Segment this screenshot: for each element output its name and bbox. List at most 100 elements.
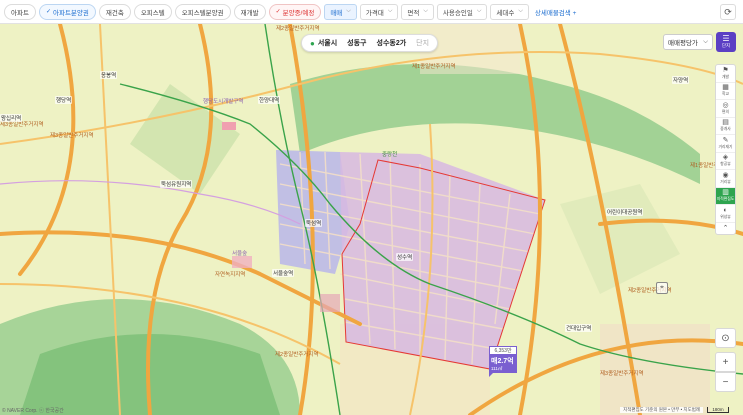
chip-apartment[interactable]: 아파트 <box>4 3 36 20</box>
street-view-icon: ◉ <box>722 171 729 179</box>
list-icon: ☰ <box>722 34 730 43</box>
crosshair-icon[interactable]: ⌖ <box>656 282 668 294</box>
dropdown-households[interactable]: 세대수 ⌵ <box>490 3 529 20</box>
dropdown-trade-type[interactable]: 매매 ⌵ <box>324 3 357 20</box>
place-label: 행당도시개발구역 <box>203 99 244 105</box>
locate-icon: ⊙ <box>721 332 730 344</box>
chip-apartment-presale[interactable]: ✓ 아파트분양권 <box>38 3 96 20</box>
location-pin-icon: ● <box>310 38 315 48</box>
chip-officetel[interactable]: 오피스텔 <box>133 3 172 20</box>
satellite-icon: ◐ <box>723 206 728 214</box>
minus-icon: − <box>722 376 729 388</box>
tool-satellite[interactable]: ◐ 위성뷰 <box>716 205 735 223</box>
chevron-down-icon: ⌵ <box>703 38 708 45</box>
detail-search-link[interactable]: 상세매물검색 + <box>535 7 577 17</box>
plus-icon: + <box>572 9 577 17</box>
chip-on-sale[interactable]: ✓ 분양중/예정 <box>268 3 322 20</box>
check-icon: ✓ <box>45 9 51 15</box>
station-label[interactable]: 행당역 <box>55 96 73 104</box>
chevron-down-icon: ⌵ <box>423 8 428 14</box>
station-label[interactable]: 자양역 <box>672 76 690 84</box>
plus-icon: + <box>722 356 729 368</box>
map-canvas[interactable]: 제2종일반주거지역 제1종일반주거지역 제3종일반주거지역 제1종일반주거지역 … <box>0 24 743 415</box>
chip-label: 분양중/예정 <box>282 9 315 17</box>
map-background <box>0 24 743 415</box>
copyright: © NAVER Corp. ⓒ 한국공간 <box>2 407 64 414</box>
tool-amenities[interactable]: ◎ 편의 <box>716 100 735 118</box>
tool-label: 위성뷰 <box>720 214 731 219</box>
marker-area: 111㎡ <box>491 366 503 371</box>
tool-label: 항공뷰 <box>720 162 731 167</box>
dropdown-approval-date[interactable]: 사용승인일 ⌵ <box>436 3 488 20</box>
check-icon: ✓ <box>275 9 281 15</box>
station-label[interactable]: 한양대역 <box>258 96 281 104</box>
ruler-icon: ✎ <box>722 136 729 144</box>
chip-label: 오피스텔분양권 <box>181 9 224 17</box>
map-label: 제1종일반주거지역 <box>412 64 456 70</box>
zoom-in-button[interactable]: + <box>715 352 736 372</box>
sort-label: 매매평당가 <box>668 40 698 47</box>
dropdown-label: 면적 <box>407 9 420 17</box>
flag-icon: ⚑ <box>722 66 729 74</box>
marker-unit-price: 6,353만 <box>489 346 517 355</box>
dropdown-label: 사용승인일 <box>442 9 473 17</box>
breadcrumb-district[interactable]: 성동구 <box>347 38 366 48</box>
dropdown-label: 세대수 <box>496 9 515 17</box>
tool-school[interactable]: ▦ 학교 <box>716 83 735 100</box>
refresh-button[interactable]: ⟳ <box>720 4 736 20</box>
marker-price: 매2.7억 <box>491 358 514 365</box>
tool-label: 개발 <box>722 74 729 79</box>
station-label[interactable]: 뚝섬유원지역 <box>160 180 193 188</box>
tool-cadastral[interactable]: ▥ 지적편집도 <box>716 187 735 205</box>
tools-collapse-button[interactable]: ⌃ <box>716 223 735 234</box>
filter-bar: 아파트 ✓ 아파트분양권 재건축 오피스텔 오피스텔분양권 재개발 ✓ 분양중/예정… <box>0 0 743 24</box>
tool-measure[interactable]: ✎ 거리재기 <box>716 135 735 153</box>
map-label: 자연녹지지역 <box>215 272 246 278</box>
chevron-up-icon: ⌃ <box>722 224 729 232</box>
chip-redevelopment[interactable]: 재개발 <box>233 3 266 20</box>
map-legend-link[interactable]: 지적편집도 기준의 원본 • 만부 • 지도범례 <box>620 407 703 413</box>
chip-officetel-presale[interactable]: 오피스텔분양권 <box>174 3 231 20</box>
breadcrumb-dong[interactable]: 성수동2가 <box>377 38 407 48</box>
amenity-icon: ◎ <box>722 101 729 109</box>
tool-label: 지적편집도 <box>716 197 735 202</box>
chip-label: 오피스텔 <box>140 9 165 17</box>
dropdown-label: 가격대 <box>365 9 384 17</box>
locate-button[interactable]: ⊙ <box>715 328 736 348</box>
station-label[interactable]: 어린이대공원역 <box>606 208 644 216</box>
tool-development[interactable]: ⚑ 개발 <box>716 65 735 83</box>
map-label: 제2종일반주거지역 <box>276 26 320 32</box>
tool-agent[interactable]: ▤ 중개사 <box>716 118 735 135</box>
station-label[interactable]: 왕십리역 <box>0 114 23 122</box>
map-label: 제3종일반주거지역 <box>600 371 644 377</box>
station-label[interactable]: 서울숲역 <box>272 269 295 277</box>
tool-label: 학교 <box>722 92 729 97</box>
station-label[interactable]: 건대입구역 <box>565 324 593 332</box>
sort-select[interactable]: 매매평당가 ⌵ <box>663 34 713 50</box>
detail-search-label: 상세매물검색 <box>534 9 571 17</box>
marker-tail <box>489 373 497 377</box>
chip-label: 아파트분양권 <box>52 9 89 17</box>
school-icon: ▦ <box>722 84 729 92</box>
price-marker[interactable]: 6,353만 매2.7억 111㎡ <box>489 346 517 377</box>
tool-aerial[interactable]: ◈ 항공뷰 <box>716 153 735 170</box>
breadcrumb-city[interactable]: 서울시 <box>318 38 337 48</box>
dropdown-area[interactable]: 면적 ⌵ <box>401 3 434 20</box>
list-button-label: 단지 <box>721 43 731 48</box>
station-label[interactable]: 응봉역 <box>100 71 118 79</box>
aerial-icon: ◈ <box>722 154 729 162</box>
tool-street-view[interactable]: ◉ 거리뷰 <box>716 170 735 188</box>
place-label: 중랑천 <box>382 152 398 158</box>
zoom-out-button[interactable]: − <box>715 372 736 392</box>
credit-text: ⓒ 한국공간 <box>38 408 64 414</box>
chip-reconstruction[interactable]: 재건축 <box>98 3 131 20</box>
breadcrumb-complex[interactable]: 단지 <box>416 38 429 48</box>
station-label[interactable]: 성수역 <box>396 253 414 261</box>
station-label[interactable]: 뚝섬역 <box>305 219 323 227</box>
agent-icon: ▤ <box>722 119 729 127</box>
complex-list-button[interactable]: ☰ 단지 <box>716 32 736 52</box>
chevron-down-icon: ⌵ <box>476 8 482 14</box>
refresh-icon: ⟳ <box>724 6 732 17</box>
map-label: 제2종일반주거지역 <box>275 352 319 358</box>
dropdown-price[interactable]: 가격대 ⌵ <box>359 3 399 20</box>
